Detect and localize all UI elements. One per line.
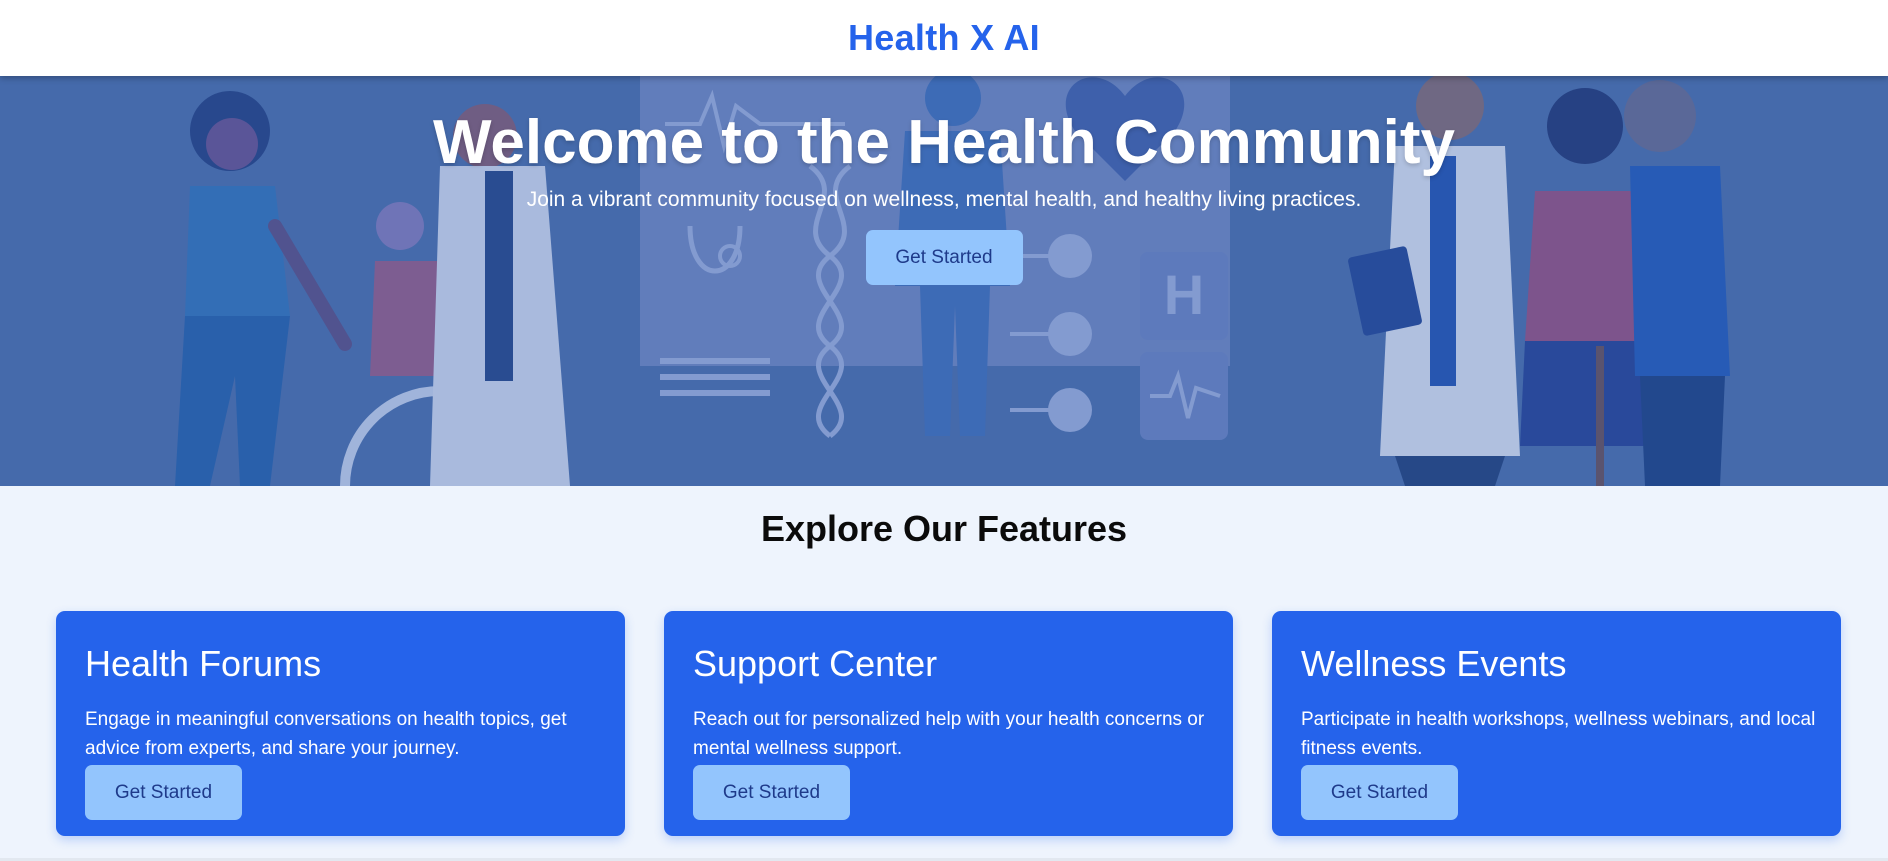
site-header: Health X AI (0, 0, 1888, 76)
wellness-events-get-started-button[interactable]: Get Started (1301, 765, 1458, 820)
feature-card-support-center: Support Center Reach out for personalize… (664, 611, 1233, 836)
brand-logo[interactable]: Health X AI (848, 17, 1040, 59)
feature-card-wellness-events: Wellness Events Participate in health wo… (1272, 611, 1841, 836)
support-center-get-started-button[interactable]: Get Started (693, 765, 850, 820)
card-description: Participate in health workshops, wellnes… (1301, 709, 1816, 759)
feature-card-health-forums: Health Forums Engage in meaningful conve… (56, 611, 625, 836)
card-description: Engage in meaningful conversations on he… (85, 709, 567, 759)
features-heading: Explore Our Features (760, 508, 1128, 549)
card-title: Wellness Events (1301, 643, 1567, 684)
hero-subtitle: Join a vibrant community focused on well… (526, 188, 1362, 211)
card-description: Reach out for personalized help with you… (693, 709, 1205, 759)
health-forums-get-started-button[interactable]: Get Started (85, 765, 242, 820)
hero-get-started-button[interactable]: Get Started (865, 230, 1023, 285)
card-title: Support Center (693, 643, 938, 684)
hero-title: Welcome to the Health Community (433, 108, 1455, 177)
card-title: Health Forums (85, 643, 322, 684)
hero-banner: H Welcome to the Health Community Join a… (0, 76, 1888, 486)
hero-content: Welcome to the Health Community Join a v… (0, 76, 1888, 285)
